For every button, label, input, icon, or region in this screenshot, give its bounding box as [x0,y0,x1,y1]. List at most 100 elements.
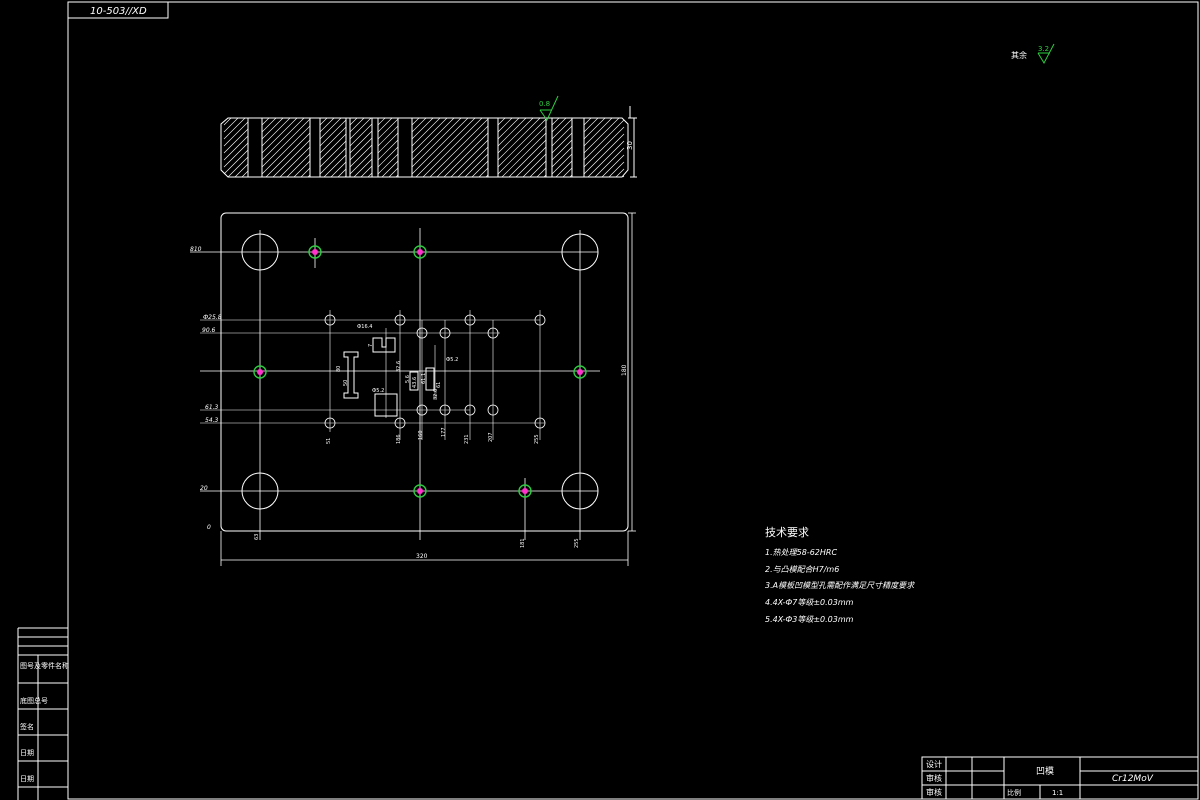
tech-req-item-1: 1.热处理58-62HRC [765,548,837,557]
inner-dim-9: 50 [343,380,349,386]
inner-dim-6: 43.6 [412,377,418,388]
hatch-line [411,117,441,147]
part-name: 凹模 [1036,766,1054,777]
hatch-line [349,117,365,133]
hatch-line [411,117,469,175]
hatch-line [497,117,541,161]
hatch-line [522,153,547,178]
left-dim-2: Ф25.8 [203,314,222,321]
hatch-line [381,160,399,178]
hatch-line [608,161,625,178]
hatch-line [587,140,625,178]
hatch-line [261,117,305,161]
drawing-code-box: 10-503//XD [67,1,169,19]
title-row-2: 审核 [926,773,942,783]
bottom-dim-9: 181 [520,538,526,548]
scale-value: 1:1 [1052,789,1063,797]
hatch-line [241,170,249,178]
drawing-canvas: 10-503//XD 其余 3.2 30 0.8 180 320 810 Ф25… [17,1,1199,800]
bottom-dimension-labels: 63 51 186 160 177 231 207 255 181 255 [254,427,580,548]
left-dim-5: 54.3 [205,417,219,424]
scale-label: 比例 [1007,788,1021,797]
bottom-dim-5: 177 [441,427,447,437]
inner-dim-2: 7 [368,344,374,347]
side-label-3: 签名 [20,722,34,731]
inner-dim-8: 61.1 [421,373,427,384]
surface-note-roughness: 3.2 [1038,45,1049,53]
inner-dim-7: 61 [436,382,442,388]
hatch-line [555,160,573,178]
hatch-line [261,117,270,126]
plan-view [190,212,636,566]
bottom-dim-7: 207 [488,432,494,442]
tech-req-item-4: 4.4X-Ф7等级±0.03mm [765,598,854,607]
hatch-line [261,117,277,133]
bottom-dim-6: 231 [464,434,470,444]
bottom-dim-8: 255 [534,434,540,444]
overall-height-dim: 180 [621,364,628,376]
hatch-line [497,118,547,168]
hatch-line [261,125,311,175]
hatch-line [261,118,311,168]
side-label-4: 日期 [20,749,34,757]
left-dim-4: 61.3 [205,404,219,411]
section-roughness: 0.8 [539,95,559,122]
hatch-line [349,117,358,126]
bottom-dim-4: 160 [418,430,424,440]
hatch-line [601,154,625,178]
reference-lines [200,310,545,440]
hatch-line [261,117,298,154]
tech-req-title: 技术要求 [765,526,809,539]
hatch-line [450,139,489,178]
hatch-line [529,160,547,178]
hatch-line [583,117,613,147]
hatch-line [497,125,547,175]
hatch-line [497,117,534,154]
hatch-line [367,172,373,178]
hatch-line [497,117,506,126]
hatch-line [349,151,373,175]
hatch-line [501,132,547,178]
drawing-border [67,1,1199,800]
hatch-line [319,119,347,147]
title-row-1: 设计 [926,759,942,769]
hatch-line [223,128,249,154]
inner-dim-4: 32.6 [396,361,402,372]
left-dim-6: 20 [200,485,208,492]
hatch-line [261,117,291,147]
left-dim-1: 810 [190,246,202,253]
hatch-line [551,117,567,133]
technical-requirements: 技术要求 1.热处理58-62HRC 2.与凸模配合H7/m6 3.A模板凹模型… [765,526,915,624]
tech-req-item-2: 2.与凸模配合H7/m6 [765,565,839,574]
hatch-line [377,117,393,133]
side-label-5: 日期 [20,775,34,783]
hatch-line [562,167,573,178]
hatch-line [272,139,311,178]
left-dim-3: 90.6 [202,327,216,334]
hatch-line [349,130,373,154]
inner-dim-1: Ф16.4 [357,324,372,330]
hatch-line [223,121,249,147]
hatch-line [411,117,420,126]
section-hatching [223,117,625,178]
hatch-line [319,117,335,133]
tech-req-item-3: 3.A模板凹模型孔需配作满足尺寸精度要求 [765,581,915,590]
hatch-line [330,161,347,178]
hatch-line [223,135,249,161]
bottom-dim-10: 255 [574,538,580,548]
section-bores [247,118,585,177]
hatch-line [497,117,527,147]
hatch-line [353,158,373,178]
hatch-line [265,132,311,178]
hatch-line [388,167,399,178]
bottom-dim-2: 51 [326,438,332,444]
hatch-line [319,126,347,154]
hatch-line [583,117,592,126]
section-view [220,106,637,178]
hatch-line [319,117,328,126]
hatch-line [411,117,455,161]
plate-outline [220,212,629,532]
inner-dim-3: 80 [336,366,342,372]
hatch-line [411,117,448,154]
hatch-line [497,117,513,133]
